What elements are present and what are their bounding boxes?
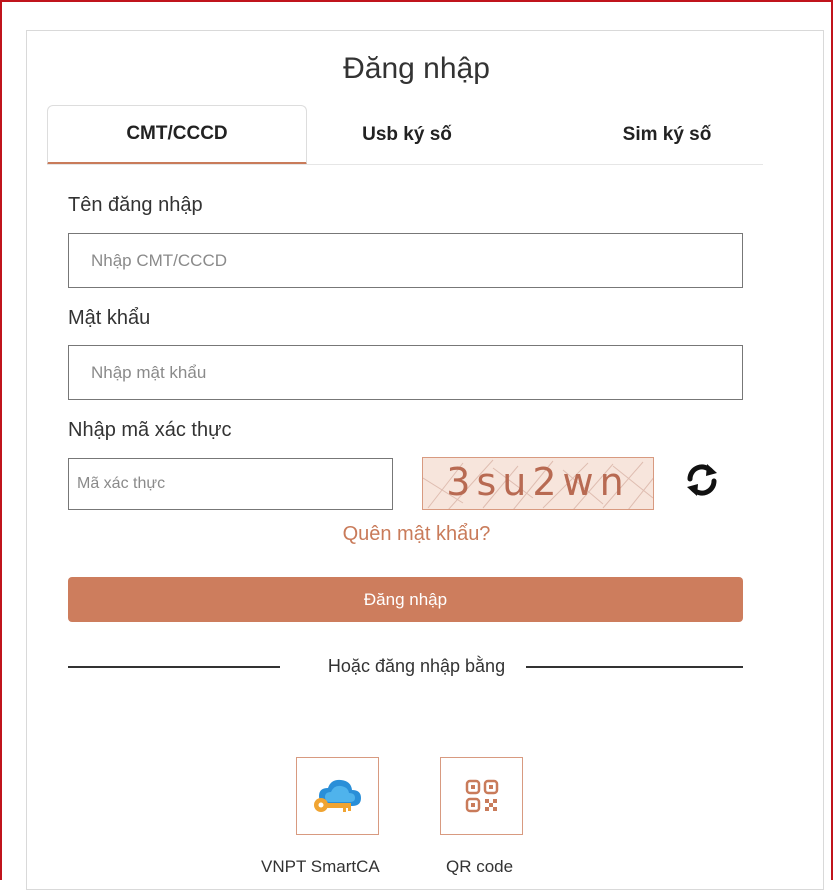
qr-code-button[interactable]: [440, 757, 523, 835]
vnpt-smartca-label: VNPT SmartCA: [261, 857, 380, 876]
login-tabs: CMT/CCCD Usb ký số Sim ký số: [47, 105, 763, 165]
captcha-label: Nhập mã xác thực: [68, 419, 232, 441]
forgot-password-link[interactable]: Quên mật khẩu?: [0, 523, 833, 546]
qr-code-label: QR code: [446, 857, 514, 876]
page-title: Đăng nhập: [343, 52, 490, 85]
password-input[interactable]: [68, 345, 743, 400]
username-input[interactable]: [68, 233, 743, 288]
password-label: Mật khẩu: [68, 307, 151, 329]
vnpt-smartca-button[interactable]: [296, 757, 379, 835]
qr-code-icon: [465, 779, 498, 813]
refresh-icon[interactable]: [682, 460, 722, 500]
tab-sim-ky-so[interactable]: Sim ký số: [577, 105, 757, 165]
captcha-image: 3su2wn: [422, 457, 654, 510]
tab-cmt-cccd[interactable]: CMT/CCCD: [47, 105, 307, 165]
username-label: Tên đăng nhập: [68, 194, 203, 216]
cloud-key-icon: [313, 779, 361, 812]
captcha-text: 3su2wn: [446, 460, 630, 504]
tab-usb-ky-so[interactable]: Usb ký số: [307, 105, 507, 165]
tabs-divider: [47, 164, 763, 165]
captcha-input[interactable]: [68, 458, 393, 510]
divider-line-right: [526, 666, 743, 668]
login-button[interactable]: Đăng nhập: [68, 577, 743, 622]
